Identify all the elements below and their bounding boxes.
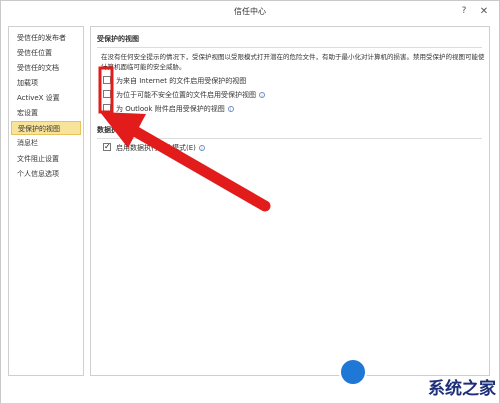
section-divider xyxy=(97,138,482,139)
watermark-logo-icon xyxy=(339,358,367,386)
sidebar-item-privacy-options[interactable]: 个人信息选项 xyxy=(11,167,81,181)
sidebar-item-message-bar[interactable]: 消息栏 xyxy=(11,136,81,150)
section-divider xyxy=(97,47,482,48)
info-icon: i xyxy=(259,92,265,98)
sidebar-item-trusted-documents[interactable]: 受信任的文档 xyxy=(11,61,81,75)
section-heading-data-execution: 数据执 xyxy=(97,126,118,134)
protected-view-description: 在没有任何安全提示的情况下，受保护视图以受限模式打开潜在的危险文件，有助于最小化… xyxy=(101,53,485,71)
option-label: 为 Outlook 附件启用受保护的视图 xyxy=(116,105,225,113)
close-button[interactable]: ✕ xyxy=(477,5,491,18)
option-unsafe-locations[interactable]: 为位于可能不安全位置的文件启用受保护视图 i xyxy=(103,89,265,101)
section-heading-protected-view: 受保护的视图 xyxy=(97,35,139,43)
checkbox-outlook-attachments[interactable] xyxy=(103,104,111,112)
watermark-text: 系统之家 xyxy=(428,379,496,399)
info-icon: i xyxy=(227,106,234,112)
option-outlook-attachments[interactable]: 为 Outlook 附件启用受保护的视图 i xyxy=(103,103,234,115)
option-internet-files[interactable]: 为来自 Internet 的文件启用受保护的视图 xyxy=(103,75,246,87)
sidebar-item-activex-settings[interactable]: ActiveX 设置 xyxy=(11,91,81,105)
info-icon: i xyxy=(198,145,205,151)
sidebar-item-protected-view[interactable]: 受保护的视图 xyxy=(11,121,81,135)
option-label: 为来自 Internet 的文件启用受保护的视图 xyxy=(116,77,247,85)
option-label: 为位于可能不安全位置的文件启用受保护视图 xyxy=(116,91,256,99)
sidebar-item-add-ins[interactable]: 加载项 xyxy=(11,76,81,90)
sidebar-item-trusted-locations[interactable]: 受信任位置 xyxy=(11,46,81,60)
sidebar: 受信任的发布者 受信任位置 受信任的文档 加载项 ActiveX 设置 宏设置 … xyxy=(8,26,84,376)
sidebar-item-file-block-settings[interactable]: 文件阻止设置 xyxy=(11,152,81,166)
sidebar-item-trusted-publishers[interactable]: 受信任的发布者 xyxy=(11,31,81,45)
help-button[interactable]: ? xyxy=(457,5,471,18)
sidebar-item-macro-settings[interactable]: 宏设置 xyxy=(11,106,81,120)
checkbox-internet-files[interactable] xyxy=(103,76,111,84)
checkbox-data-execution-prevention[interactable] xyxy=(103,141,111,153)
title-bar: 信任中心 ? ✕ xyxy=(1,1,499,23)
checkbox-unsafe-locations[interactable] xyxy=(103,90,111,98)
option-data-execution-prevention[interactable]: 启用数据执行防护模式(E)i xyxy=(103,141,205,154)
dialog-footer xyxy=(1,379,499,403)
trust-center-dialog: 信任中心 ? ✕ 受信任的发布者 受信任位置 受信任的文档 加载项 Active… xyxy=(0,0,500,403)
settings-panel: 受保护的视图 在没有任何安全提示的情况下，受保护视图以受限模式打开潜在的危险文件… xyxy=(90,26,490,376)
dialog-title: 信任中心 xyxy=(234,7,266,16)
option-label: 启用数据执行防护模式(E) xyxy=(116,144,196,152)
